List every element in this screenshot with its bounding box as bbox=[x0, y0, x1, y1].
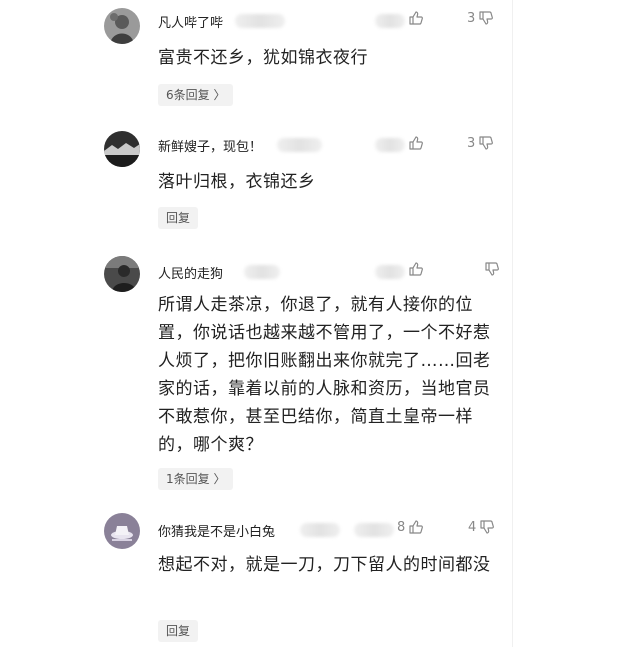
dislike-button[interactable] bbox=[481, 261, 500, 277]
comment-text: 落叶归根，衣锦还乡 bbox=[158, 172, 316, 192]
dislike-button[interactable]: 3 bbox=[467, 135, 494, 151]
dislike-button[interactable]: 4 bbox=[468, 519, 495, 535]
thumb-up-icon bbox=[409, 11, 423, 25]
thumb-up-icon bbox=[409, 136, 423, 150]
thumb-up-icon bbox=[409, 520, 424, 534]
thumb-down-icon bbox=[479, 136, 494, 150]
username[interactable]: 新鲜嫂子，现包！ bbox=[158, 136, 262, 155]
dislike-count: 4 bbox=[468, 519, 477, 535]
blurred-meta bbox=[300, 523, 340, 537]
blurred-meta bbox=[277, 138, 322, 152]
blurred-meta bbox=[244, 265, 280, 279]
thumb-down-icon bbox=[479, 11, 494, 25]
blurred-meta bbox=[235, 14, 285, 28]
dislike-button[interactable]: 3 bbox=[467, 10, 494, 26]
avatar[interactable] bbox=[104, 8, 140, 44]
avatar[interactable] bbox=[104, 256, 140, 292]
comment-text: 想起不对，就是一刀，刀下留人的时间都没 bbox=[158, 555, 491, 575]
like-button[interactable] bbox=[405, 10, 424, 26]
avatar[interactable] bbox=[104, 131, 140, 167]
like-button[interactable] bbox=[405, 135, 424, 151]
blurred-meta bbox=[375, 265, 405, 279]
thumb-down-icon bbox=[480, 520, 495, 534]
dislike-count: 3 bbox=[467, 135, 476, 151]
reply-button[interactable]: 1条回复 〉 bbox=[158, 468, 234, 490]
reply-button[interactable]: 回复 bbox=[158, 620, 199, 642]
username[interactable]: 人民的走狗 bbox=[158, 263, 223, 282]
thumb-down-icon bbox=[485, 262, 499, 276]
like-button[interactable]: 8 bbox=[397, 519, 424, 535]
dislike-count: 3 bbox=[467, 10, 476, 26]
avatar[interactable] bbox=[104, 513, 140, 549]
like-button[interactable] bbox=[405, 261, 424, 277]
blurred-meta bbox=[375, 138, 405, 152]
username[interactable]: 你猜我是不是小白兔 bbox=[158, 521, 275, 540]
blurred-meta bbox=[375, 14, 405, 28]
comment-text: 富贵不还乡，犹如锦衣夜行 bbox=[158, 48, 368, 68]
comment-list: 凡人哔了哔 3 富贵不还乡，犹如锦衣夜行 6条回复 〉 新鲜嫂子，现包！ 3 落… bbox=[92, 0, 512, 647]
reply-button[interactable]: 回复 bbox=[158, 207, 199, 229]
reply-button[interactable]: 6条回复 〉 bbox=[158, 84, 234, 106]
like-count: 8 bbox=[397, 519, 406, 535]
blurred-meta bbox=[354, 523, 394, 537]
thumb-up-icon bbox=[409, 262, 423, 276]
username[interactable]: 凡人哔了哔 bbox=[158, 12, 223, 31]
comment-text: 所谓人走茶凉，你退了，就有人接你的位置，你说话也越来越不管用了，一个不好惹人烦了… bbox=[158, 295, 491, 455]
divider bbox=[512, 0, 513, 647]
